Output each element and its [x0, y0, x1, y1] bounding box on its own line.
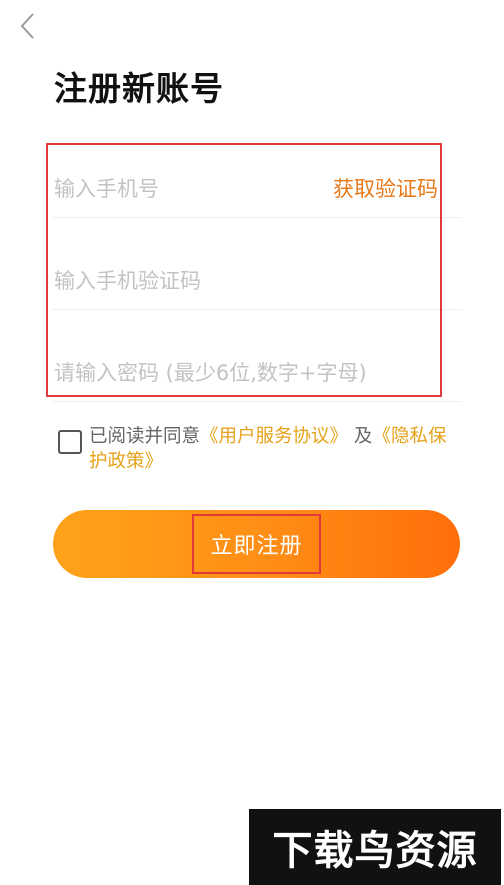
agreement-row: 已阅读并同意《用户服务协议》 及《隐私保护政策》	[58, 424, 458, 474]
watermark-logo: 下载鸟资源	[249, 809, 501, 885]
register-button-label: 立即注册	[192, 514, 321, 574]
password-input[interactable]	[54, 353, 434, 393]
agreement-and: 及	[353, 426, 373, 447]
register-form: 获取验证码	[52, 142, 462, 402]
phone-field-row: 获取验证码	[52, 142, 462, 218]
back-button[interactable]	[10, 8, 44, 44]
password-field-row	[52, 310, 462, 402]
verification-code-input[interactable]	[54, 261, 304, 301]
phone-input[interactable]	[54, 169, 304, 209]
get-code-button[interactable]: 获取验证码	[333, 173, 438, 203]
agreement-text: 已阅读并同意《用户服务协议》 及《隐私保护政策》	[89, 424, 458, 474]
agreement-checkbox[interactable]	[58, 430, 82, 454]
code-field-row	[52, 218, 462, 310]
user-agreement-link[interactable]: 《用户服务协议》	[200, 426, 348, 447]
watermark-text: 下载鸟资源	[272, 828, 478, 874]
register-button[interactable]: 立即注册	[53, 510, 460, 578]
page-title: 注册新账号	[54, 69, 224, 108]
chevron-left-icon	[20, 13, 34, 39]
agreement-prefix: 已阅读并同意	[89, 426, 201, 447]
register-page: 注册新账号 获取验证码 已阅读并同意《用户服务协议》 及《隐私保护政策》 立即注…	[0, 0, 504, 885]
